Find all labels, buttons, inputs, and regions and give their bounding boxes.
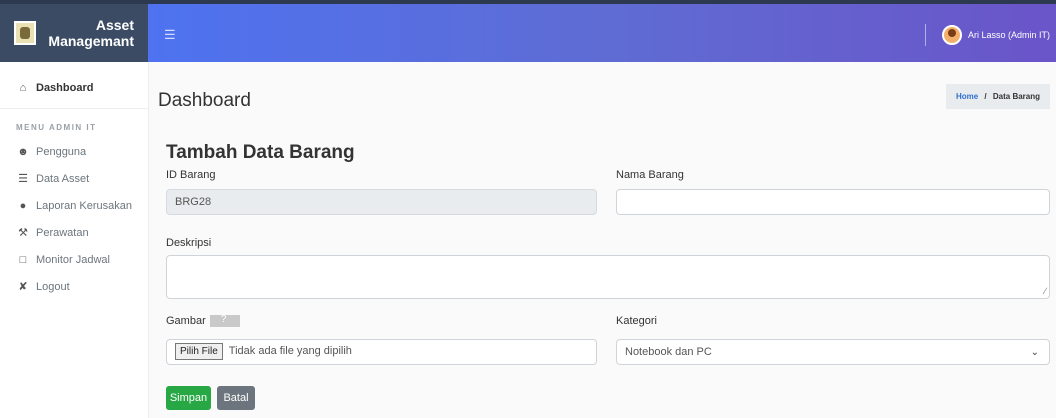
sidebar-item-data-asset[interactable]: ☰ Data Asset xyxy=(0,165,148,192)
sidebar-section-title: MENU ADMIN IT xyxy=(16,123,97,132)
logout-icon: ✘ xyxy=(18,281,28,293)
sidebar-item-label: Logout xyxy=(36,280,70,293)
sidebar-item-dashboard[interactable]: ⌂ Dashboard xyxy=(0,68,148,109)
sidebar-item-label: Data Asset xyxy=(36,172,90,185)
resize-handle-icon[interactable]: ∕ xyxy=(1044,286,1046,296)
gambar-file-input[interactable]: Pilih File Tidak ada file yang dipilih xyxy=(166,339,597,365)
deskripsi-label: Deskripsi xyxy=(166,237,212,249)
brand-logo-icon xyxy=(14,21,36,45)
brand[interactable]: Asset Managemant xyxy=(0,0,148,62)
avatar xyxy=(941,25,962,45)
sidebar-item-logout[interactable]: ✘ Logout xyxy=(0,273,148,300)
breadcrumb-home-link[interactable]: Home xyxy=(956,92,978,101)
home-icon: ⌂ xyxy=(19,82,27,94)
image-placeholder-icon xyxy=(209,314,240,328)
menu-toggle-icon[interactable]: ☰ xyxy=(164,27,176,43)
id-barang-input[interactable]: BRG28 xyxy=(166,189,597,215)
user-name: Ari Lasso (Admin IT) xyxy=(967,30,1050,40)
sidebar-item-label: Dashboard xyxy=(36,82,94,94)
sidebar-item-perawatan[interactable]: ⚒ Perawatan xyxy=(0,219,148,246)
gambar-label: Gambar xyxy=(166,315,206,327)
nama-barang-input[interactable] xyxy=(616,189,1050,215)
kategori-selected-value: Notebook dan PC xyxy=(625,346,712,358)
main-content: Dashboard Home / Data Barang Tambah Data… xyxy=(148,62,1056,418)
breadcrumb: Home / Data Barang xyxy=(945,84,1050,109)
wrench-icon: ⚒ xyxy=(18,227,28,239)
gambar-label-row: Gambar xyxy=(166,314,240,328)
top-navbar: ☰ Ari Lasso (Admin IT) xyxy=(148,0,1056,62)
sidebar-item-laporan-kerusakan[interactable]: ● Laporan Kerusakan xyxy=(0,192,148,219)
sidebar-item-pengguna[interactable]: ☻ Pengguna xyxy=(0,138,148,165)
brand-line-1: Asset xyxy=(95,17,134,33)
chevron-down-icon: ⌄ xyxy=(1030,347,1039,358)
kategori-select[interactable]: Notebook dan PC ⌄ xyxy=(616,339,1050,365)
cancel-button[interactable]: Batal xyxy=(217,386,255,410)
choose-file-button[interactable]: Pilih File xyxy=(175,343,223,360)
breadcrumb-separator: / xyxy=(984,92,987,101)
form-title: Tambah Data Barang xyxy=(166,142,355,163)
user-menu[interactable]: Ari Lasso (Admin IT) xyxy=(924,24,1050,46)
info-circle-icon: ● xyxy=(19,199,27,212)
sidebar-item-monitor-jadwal[interactable]: □ Monitor Jadwal xyxy=(0,246,148,273)
sidebar-item-label: Perawatan xyxy=(36,226,89,239)
users-icon: ☻ xyxy=(17,145,29,158)
clipboard-icon: □ xyxy=(19,253,27,266)
sidebar: Asset Managemant ⌂ Dashboard MENU ADMIN … xyxy=(0,0,149,418)
save-button[interactable]: Simpan xyxy=(166,386,211,410)
sidebar-item-label: Monitor Jadwal xyxy=(36,253,110,266)
brand-line-2: Managemant xyxy=(48,33,134,49)
nama-barang-label: Nama Barang xyxy=(616,169,684,181)
id-barang-label: ID Barang xyxy=(166,169,216,181)
brand-title: Asset Managemant xyxy=(48,17,134,49)
database-icon: ☰ xyxy=(18,173,28,185)
file-status-text: Tidak ada file yang dipilih xyxy=(228,345,352,357)
breadcrumb-current: Data Barang xyxy=(992,92,1040,101)
sidebar-item-label: Pengguna xyxy=(36,145,87,158)
deskripsi-textarea[interactable]: ∕ xyxy=(166,255,1050,299)
page-title: Dashboard xyxy=(158,90,251,111)
sidebar-item-label: Laporan Kerusakan xyxy=(36,199,133,212)
kategori-label: Kategori xyxy=(616,315,657,327)
